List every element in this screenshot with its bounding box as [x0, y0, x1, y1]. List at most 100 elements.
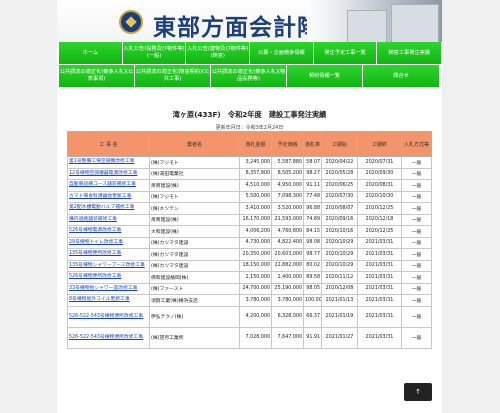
planned-price-cell: 7,098,300 — [271, 190, 304, 203]
start-date-cell: 2020/10/29 — [321, 236, 358, 249]
rate-cell: 91.11 — [303, 179, 322, 192]
table-row: 135号棟物便所改修工事 (株)カツマタ建設 20,350,000 20,603,00… — [67, 248, 432, 261]
method-cell: 一般 — [401, 236, 432, 249]
planned-price-cell: 4,760,800 — [271, 225, 304, 238]
amount-cell: 8,357,800 — [239, 167, 272, 180]
contractor-cell: (株)カツマタ建設 — [149, 236, 240, 249]
nav-item[interactable]: ホーム — [59, 42, 123, 64]
method-cell: 一般 — [401, 326, 432, 349]
nav-row-2: 公共調達の適正化(競争入札)(公表事項) 公共調達の適正化(随意契約)(公共工事)… — [59, 65, 441, 88]
table-row: 135号棟物シャワーブース改修工事 (株)カツマタ建設 18,150,000 22,8… — [67, 259, 432, 272]
site-logo-text[interactable]: 東部方面会計隊 — [153, 8, 321, 42]
method-cell: 一般 — [401, 259, 432, 272]
contractor-cell: 斎商建設(株) — [149, 179, 240, 192]
rate-cell: 100.00 — [303, 294, 322, 307]
amount-cell: 7,028,000 — [239, 326, 272, 349]
end-date-cell: 2021/03/31 — [357, 294, 402, 307]
contractor-cell: 斎商建設(株) — [149, 213, 240, 226]
nav-item[interactable]: 公共調達の適正化(競争入札)(公表事項) — [59, 65, 135, 87]
method-cell: 一般 — [401, 179, 432, 192]
start-date-cell: 2020/09/16 — [321, 213, 358, 226]
nav-item[interactable]: 公共調達の適正化(競争入札)(物品役務等) — [211, 65, 287, 87]
start-date-cell: 2020/04/22 — [321, 156, 358, 169]
end-date-cell: 2021/03/31 — [357, 259, 402, 272]
planned-price-cell: 25,190,000 — [271, 282, 304, 295]
amount-cell: 16,170,000 — [239, 213, 272, 226]
table-header-row: 工 事 名業者名 落札金額 予定価格 落札率 工期始 工期終 入札方式等 — [67, 131, 432, 157]
table-row: 29号棟物トイレ改修工事 (株)カツマタ建設 4,730,000 4,822,400 9… — [67, 236, 432, 249]
amount-cell: 24,700,000 — [239, 282, 272, 295]
end-date-cell: 2020/07/31 — [357, 156, 402, 169]
rate-cell: 77.48 — [303, 190, 322, 203]
amount-cell: 3,780,000 — [239, 294, 272, 307]
method-cell: 一般 — [401, 305, 432, 328]
work-name-link[interactable]: 135号棟物シャワーブース改修工事 — [67, 259, 150, 272]
column-header: 入札方式等 — [401, 131, 432, 157]
rate-cell: 96.88 — [303, 202, 322, 215]
rate-cell: 98.05 — [303, 282, 322, 295]
works-table: 工 事 名業者名 落札金額 予定価格 落札率 工期始 工期終 入札方式等 第1号整備工場空調… — [67, 131, 432, 349]
contractor-cell: 須賀工業(株)横浜支店 — [149, 294, 240, 307]
work-name-link[interactable]: 第1号整備工場空調機改修工事 — [67, 156, 150, 169]
column-header: 予定価格 — [271, 131, 304, 157]
table-row: 自動車訓練コース舗装補修工事 斎商建設(株) 4,510,000 4,950,000 9… — [67, 179, 432, 192]
method-cell: 一般 — [401, 167, 432, 180]
start-date-cell: 2020/08/07 — [321, 202, 358, 215]
work-name-link[interactable]: 526-522-543号棟物便所改修工事 — [67, 326, 150, 349]
page-title: 滝ヶ原(433F) 令和2年度 建設工事発注実績 — [172, 110, 327, 119]
method-cell: 一般 — [401, 282, 432, 295]
header-building-photo — [307, 0, 442, 42]
amount-cell: 5,500,000 — [239, 190, 272, 203]
table-body: 第1号整備工場空調機改修工事 (株)フジモト 3,245,000 5,587,880 5… — [67, 156, 432, 349]
nav-item[interactable]: 契約情報一覧 — [287, 65, 363, 87]
amount-cell: 3,245,000 — [239, 156, 272, 169]
end-date-cell: 2020/10/30 — [357, 190, 402, 203]
column-header: 落札金額 — [239, 131, 272, 157]
planned-price-cell: 4,950,000 — [271, 179, 304, 192]
nav-item[interactable]: 入札公告(役務及び物件等)(一般) — [122, 42, 187, 64]
nav-item[interactable]: 入札公告(建物及び物件等)(随意) — [186, 42, 251, 64]
work-name-link[interactable]: 構内道路舗装補修工事 — [67, 213, 150, 226]
column-header: 業者名 — [149, 131, 240, 157]
nav-item[interactable]: 発注予定工事一覧 — [313, 42, 378, 64]
site-header: 東部方面会計隊 — [57, 0, 442, 42]
end-date-cell: 2021/03/31 — [357, 248, 402, 261]
work-name-link[interactable]: 526号棟物便所改修工事 — [67, 271, 150, 284]
nav-item[interactable]: 公共調達の適正化(随意契約)(公共工事) — [135, 65, 211, 87]
planned-price-cell: 8,505,200 — [271, 167, 304, 180]
table-row: 526-522-543号棟物便所改修工事 (株)望月工業所 7,028,000 7,6… — [67, 326, 432, 349]
amount-cell: 4,200,000 — [239, 305, 272, 328]
table-row: 526-522-543号棟物便所改修工事 伊弘テクノ(株) 4,200,000 6,3… — [67, 305, 432, 328]
nav-item[interactable]: 随意工事発注実績 — [377, 42, 441, 64]
work-name-link[interactable]: 526-522-543号棟物便所改修工事 — [67, 305, 150, 328]
work-name-link[interactable]: 526号棟物電源改修工事 — [67, 225, 150, 238]
work-name-link[interactable]: 29号棟物トイレ改修工事 — [67, 236, 150, 249]
method-cell: 一般 — [401, 202, 432, 215]
start-date-cell: 2021/01/19 — [321, 305, 358, 328]
work-name-link[interactable]: 8号棟物屋外コイル更新工事 — [67, 294, 150, 307]
planned-price-cell: 5,587,880 — [271, 156, 304, 169]
nav-item[interactable]: 問合せ — [363, 65, 439, 87]
work-name-link[interactable]: 135号棟物便所改修工事 — [67, 248, 150, 261]
amount-cell: 4,730,000 — [239, 236, 272, 249]
contractor-cell: (株)カツマタ建設 — [149, 259, 240, 272]
contractor-cell: 伊弘テクノ(株) — [149, 305, 240, 328]
planned-price-cell: 22,882,000 — [271, 259, 304, 272]
method-cell: 一般 — [401, 248, 432, 261]
work-name-link[interactable]: 自動車訓練コース舗装補修工事 — [67, 179, 150, 192]
contractor-cell: 大和建設(株) — [149, 225, 240, 238]
nav-item[interactable]: 公募・企画競争情報 — [250, 42, 314, 64]
back-to-top-button[interactable]: ↑ — [404, 383, 432, 401]
planned-price-cell: 20,603,000 — [271, 248, 304, 261]
start-date-cell: 2020/12/08 — [321, 282, 358, 295]
amount-cell: 20,350,000 — [239, 248, 272, 261]
work-name-link[interactable]: カマド場食料漕器他更新工事 — [67, 190, 150, 203]
start-date-cell: 2021/01/27 — [321, 326, 358, 349]
planned-price-cell: 3,520,000 — [271, 202, 304, 215]
work-name-link[interactable]: 33号棟物他シャワー室改修工事 — [67, 282, 150, 295]
amount-cell: 3,410,000 — [239, 202, 272, 215]
table-row: 12号棟物空調機器電源改修工事 (株)湯田電業社 8,357,800 8,505,20… — [67, 167, 432, 180]
work-name-link[interactable]: 12号棟物空調機器電源改修工事 — [67, 167, 150, 180]
rate-cell: 89.58 — [303, 271, 322, 284]
work-name-link[interactable]: 第2配水槽電動バルブ補修工事 — [67, 202, 150, 215]
